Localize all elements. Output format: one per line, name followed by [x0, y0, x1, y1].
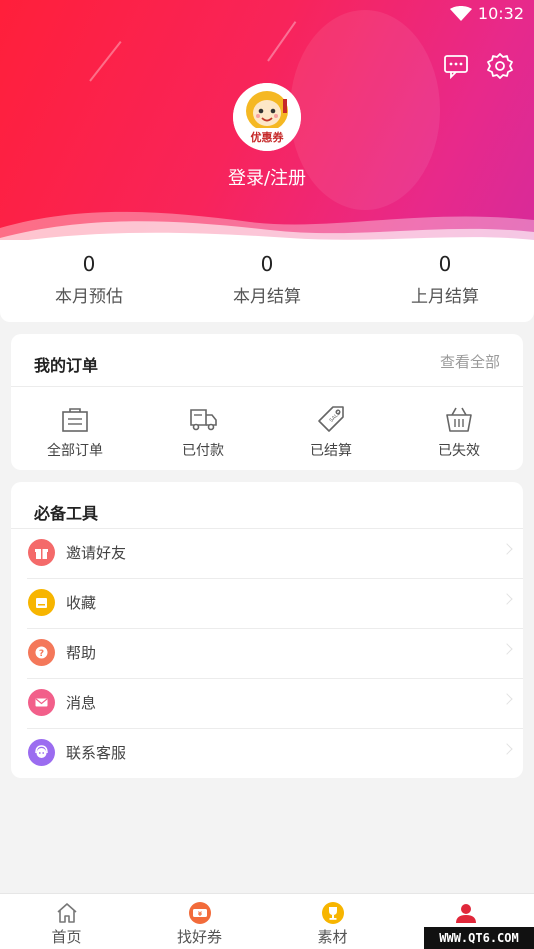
- tab-home[interactable]: 首页: [0, 902, 133, 947]
- tab-profile[interactable]: [399, 902, 532, 926]
- help-icon: ?: [28, 639, 55, 666]
- trophy-icon: [321, 902, 344, 924]
- order-label: 已付款: [182, 443, 224, 459]
- order-label: 已失效: [438, 443, 480, 459]
- gear-icon[interactable]: [486, 52, 514, 80]
- stat-value: 0: [82, 252, 96, 276]
- my-orders-card: 我的订单 查看全部 全部订单 已付款 SALE 已结算 已失效: [11, 334, 523, 470]
- stat-value: 0: [438, 252, 452, 276]
- tool-messages[interactable]: 消息: [11, 678, 523, 728]
- stat-label: 本月结算: [233, 287, 301, 307]
- order-all-button[interactable]: 全部订单: [11, 404, 139, 460]
- delivery-truck-icon: [190, 409, 217, 431]
- tab-label: 首页: [51, 928, 82, 946]
- divider: [11, 386, 523, 387]
- order-label: 已结算: [310, 443, 352, 459]
- login-register-link[interactable]: 登录/注册: [0, 164, 534, 190]
- status-bar: 10:32: [0, 0, 534, 28]
- tools-card: 必备工具 邀请好友 收藏 ? 帮助 消息 联系客服: [11, 482, 523, 778]
- header-decoration: [89, 40, 122, 82]
- chevron-right-icon: [501, 543, 513, 555]
- chevron-right-icon: [501, 693, 513, 705]
- site-watermark: WWW.QT6.COM: [424, 927, 534, 949]
- message-icon[interactable]: [442, 52, 470, 80]
- tool-label: 帮助: [66, 644, 97, 662]
- stat-label: 上月结算: [411, 287, 479, 307]
- basket-icon: [446, 407, 472, 432]
- folder-icon: [28, 589, 55, 616]
- tools-title: 必备工具: [34, 504, 99, 523]
- orders-title: 我的订单: [34, 356, 99, 375]
- svg-text:?: ?: [39, 649, 44, 659]
- gift-icon: [28, 539, 55, 566]
- tab-materials[interactable]: 素材: [266, 902, 399, 947]
- tool-label: 收藏: [66, 594, 97, 612]
- stat-month-settled[interactable]: 0 本月结算: [178, 252, 356, 307]
- stat-month-estimate[interactable]: 0 本月预估: [0, 252, 178, 307]
- stat-value: 0: [260, 252, 274, 276]
- chevron-right-icon: [501, 643, 513, 655]
- sale-tag-icon: SALE: [318, 406, 344, 432]
- tool-favorites[interactable]: 收藏: [11, 578, 523, 628]
- tool-label: 联系客服: [66, 744, 127, 762]
- order-expired-button[interactable]: 已失效: [395, 404, 523, 460]
- tool-invite-friends[interactable]: 邀请好友: [11, 528, 523, 578]
- tool-label: 邀请好友: [66, 544, 127, 562]
- wifi-icon: [450, 6, 472, 21]
- home-icon: [56, 903, 77, 923]
- order-paid-button[interactable]: 已付款: [139, 404, 267, 460]
- tool-label: 消息: [66, 694, 97, 712]
- chevron-right-icon: [501, 593, 513, 605]
- customer-service-icon: [28, 739, 55, 766]
- order-label: 全部订单: [47, 443, 103, 459]
- tab-label: 找好券: [176, 928, 222, 946]
- tool-help[interactable]: ? 帮助: [11, 628, 523, 678]
- shopping-bag-icon: [62, 408, 88, 432]
- chevron-right-icon: [501, 743, 513, 755]
- tool-customer-service[interactable]: 联系客服: [11, 728, 523, 778]
- mail-icon: [28, 689, 55, 716]
- avatar-text: 优惠券: [250, 131, 284, 144]
- view-all-orders-link[interactable]: 查看全部: [440, 351, 500, 372]
- user-icon: [455, 904, 476, 923]
- coupon-icon: ¥: [188, 902, 211, 924]
- order-settled-button[interactable]: SALE 已结算: [267, 404, 395, 460]
- tab-label: 素材: [317, 928, 348, 946]
- stat-last-month-settled[interactable]: 0 上月结算: [356, 252, 534, 307]
- tab-find-coupons[interactable]: ¥ 找好券: [133, 902, 266, 947]
- status-time: 10:32: [477, 4, 524, 23]
- stat-label: 本月预估: [55, 287, 123, 307]
- earnings-stats: 0 本月预估 0 本月结算 0 上月结算: [0, 240, 534, 322]
